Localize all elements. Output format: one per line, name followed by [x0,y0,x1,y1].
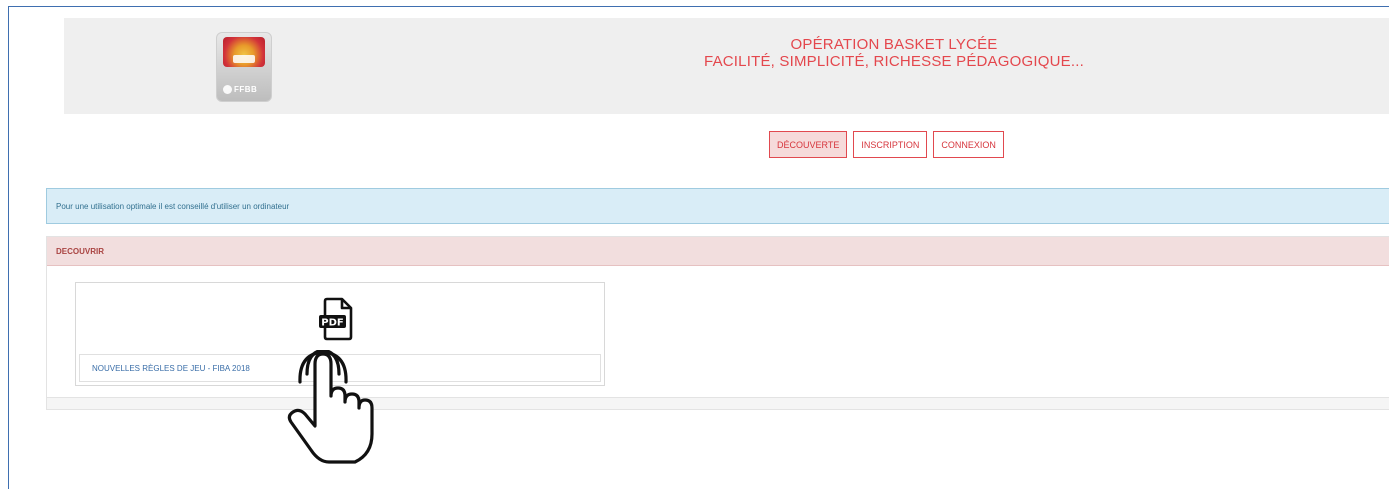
operation-basket-logo-badge [223,37,265,67]
ffbb-logo[interactable]: FFBB [216,32,272,102]
decouvrir-panel: DECOUVRIR PDF NOUVELLES RÈGLES DE JEU - … [46,236,1389,410]
panel-footer [47,397,1389,409]
site-title: OPÉRATION BASKET LYCÉE FACILITÉ, SIMPLIC… [664,36,1124,70]
site-header: FFBB OPÉRATION BASKET LYCÉE FACILITÉ, SI… [64,18,1389,114]
nav-connexion-button[interactable]: CONNEXION [933,131,1004,158]
nav-decouverte-button[interactable]: DÉCOUVERTE [769,131,848,158]
browser-frame: FFBB OPÉRATION BASKET LYCÉE FACILITÉ, SI… [8,6,1389,489]
site-title-line2: FACILITÉ, SIMPLICITÉ, RICHESSE PÉDAGOGIQ… [704,53,1084,70]
pdf-file-icon[interactable]: PDF [318,297,358,341]
site-title-line1: OPÉRATION BASKET LYCÉE [790,36,998,53]
main-nav: DÉCOUVERTE INSCRIPTION CONNEXION [769,131,1004,158]
info-banner: Pour une utilisation optimale il est con… [46,188,1389,224]
pointing-hand-icon [287,350,374,464]
ffbb-logo-text: FFBB [221,83,269,95]
nav-inscription-button[interactable]: INSCRIPTION [853,131,928,158]
info-banner-text: Pour une utilisation optimale il est con… [56,201,290,211]
panel-heading: DECOUVRIR [47,237,1389,266]
svg-text:PDF: PDF [321,318,343,329]
ffbb-ball-icon [223,84,232,94]
